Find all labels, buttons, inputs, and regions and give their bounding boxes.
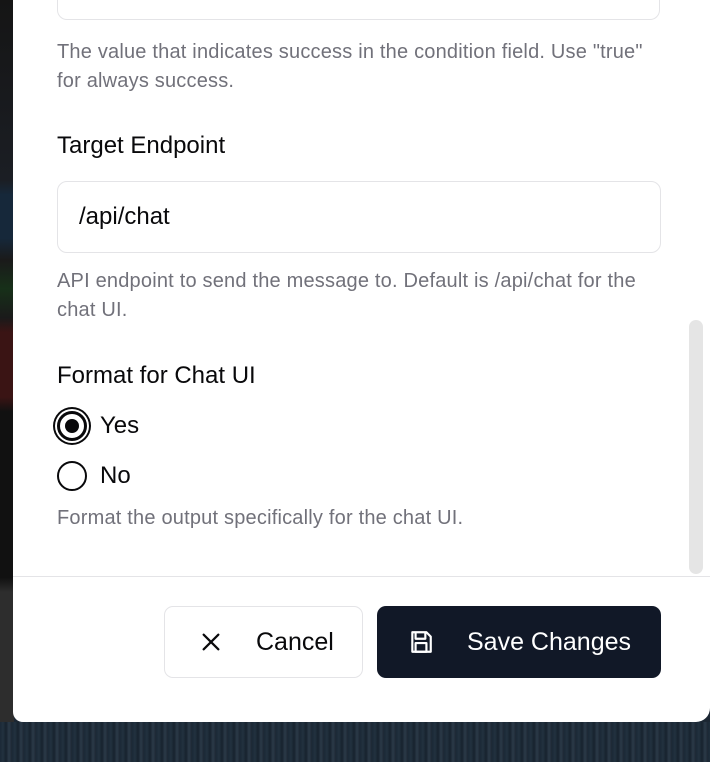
x-icon	[197, 628, 225, 656]
cancel-button-label: Cancel	[256, 627, 334, 656]
save-button-label: Save Changes	[467, 627, 632, 656]
radio-option-yes[interactable]: Yes	[57, 406, 139, 446]
target-endpoint-help: API endpoint to send the message to. Def…	[57, 270, 636, 321]
radio-no[interactable]	[57, 461, 87, 491]
radio-no-label: No	[100, 462, 131, 489]
cancel-button[interactable]: Cancel	[164, 606, 363, 678]
scrollbar[interactable]	[689, 320, 703, 574]
radio-yes[interactable]	[57, 411, 87, 441]
backdrop-strip	[0, 0, 14, 722]
format-chat-ui-label: Format for Chat UI	[57, 362, 256, 389]
edit-dialog: The value that indicates success in the …	[13, 0, 710, 722]
footer-divider	[13, 576, 710, 577]
save-changes-button[interactable]: Save Changes	[377, 606, 661, 678]
radio-option-no[interactable]: No	[57, 456, 131, 496]
condition-value-help: The value that indicates success in the …	[57, 41, 643, 92]
radio-yes-label: Yes	[100, 412, 140, 439]
condition-value-input[interactable]	[57, 0, 660, 20]
target-endpoint-input[interactable]	[57, 181, 661, 253]
target-endpoint-label: Target Endpoint	[57, 132, 226, 159]
save-icon	[407, 628, 435, 656]
backdrop-background	[0, 722, 710, 762]
dialog-scroll-area[interactable]: The value that indicates success in the …	[13, 0, 710, 576]
format-chat-ui-help: Format the output specifically for the c…	[57, 507, 464, 529]
